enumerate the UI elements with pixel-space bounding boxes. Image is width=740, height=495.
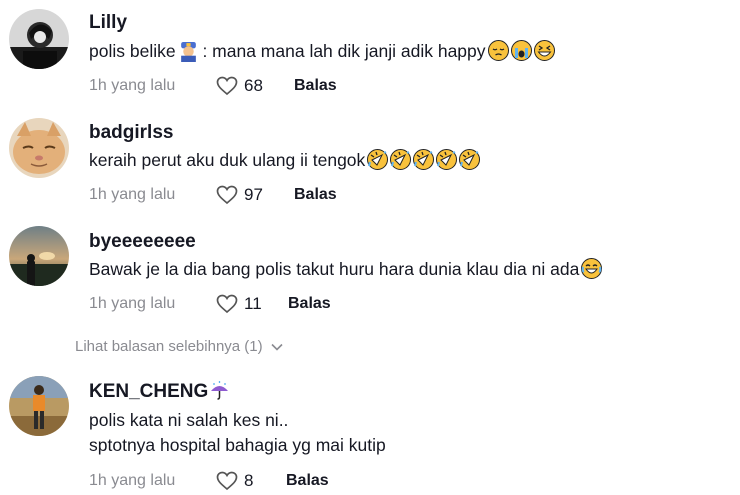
comment-time: 1h yang lalu — [89, 186, 176, 203]
reply-button[interactable]: Balas — [288, 295, 331, 313]
like-count: 97 — [244, 185, 263, 204]
comment-meta: 1h yang lalu 97 Balas — [89, 183, 337, 207]
comment-username[interactable]: byeeeeeeee — [89, 231, 196, 253]
comment-username-text: KEN_CHENG — [89, 381, 209, 402]
rofl-emoji-icon — [413, 149, 435, 170]
rofl-emoji-icon — [367, 149, 389, 170]
heart-icon[interactable] — [216, 76, 238, 96]
comment-time: 1h yang lalu — [89, 77, 176, 94]
comment-text: polis kata ni salah kes ni.. sptotnya ho… — [89, 408, 386, 458]
comment-text: keraih perut aku duk ulang ii tengok — [89, 148, 481, 173]
crying-face-emoji-icon — [510, 40, 532, 61]
avatar[interactable] — [9, 118, 69, 178]
rofl-emoji-icon — [459, 149, 481, 170]
pensive-face-emoji-icon — [487, 40, 509, 61]
avatar[interactable] — [9, 9, 69, 69]
comment-text-part: polis belike — [89, 41, 176, 61]
like-count: 8 — [244, 471, 254, 490]
reply-button[interactable]: Balas — [294, 186, 337, 204]
comment-text-line: polis kata ni salah kes ni.. — [89, 410, 289, 430]
heart-icon[interactable] — [216, 471, 238, 491]
heart-icon[interactable] — [216, 294, 238, 314]
police-officer-emoji-icon — [178, 41, 198, 62]
comment-meta: 1h yang lalu 11 Balas — [89, 292, 331, 316]
umbrella-rain-emoji-icon — [209, 380, 230, 401]
chevron-down-icon — [271, 338, 283, 355]
grinning-squinting-emoji-icon — [533, 40, 555, 61]
comment-text: Bawak je la dia bang polis takut huru ha… — [89, 257, 603, 282]
view-more-replies-label: Lihat balasan selebihnya (1) — [75, 338, 263, 355]
reply-button[interactable]: Balas — [294, 77, 337, 95]
comment-time: 1h yang lalu — [89, 472, 176, 489]
comment-text-part: keraih perut aku duk ulang ii tengok — [89, 150, 366, 170]
comment-text: polis belike : mana mana lah dik janji a… — [89, 39, 555, 64]
avatar[interactable] — [9, 376, 69, 436]
reply-button[interactable]: Balas — [286, 472, 329, 490]
view-more-replies-button[interactable]: Lihat balasan selebihnya (1) — [75, 338, 283, 355]
comment-meta: 1h yang lalu 68 Balas — [89, 74, 337, 98]
like-count: 68 — [244, 76, 263, 95]
comment-text-part: : mana mana lah dik janji adik happy — [197, 41, 486, 61]
comment-username[interactable]: badgirlss — [89, 122, 173, 144]
tears-of-joy-emoji-icon — [581, 258, 603, 279]
rofl-emoji-icon — [436, 149, 458, 170]
comment-time: 1h yang lalu — [89, 295, 176, 312]
comment-username[interactable]: KEN_CHENG — [89, 380, 230, 403]
heart-icon[interactable] — [216, 185, 238, 205]
avatar[interactable] — [9, 226, 69, 286]
rofl-emoji-icon — [390, 149, 412, 170]
like-count: 11 — [244, 294, 262, 313]
comment-text-line: sptotnya hospital bahagia yg mai kutip — [89, 435, 386, 455]
comment-meta: 1h yang lalu 8 Balas — [89, 469, 329, 493]
comment-username[interactable]: Lilly — [89, 12, 127, 34]
comment-text-part: Bawak je la dia bang polis takut huru ha… — [89, 259, 580, 279]
